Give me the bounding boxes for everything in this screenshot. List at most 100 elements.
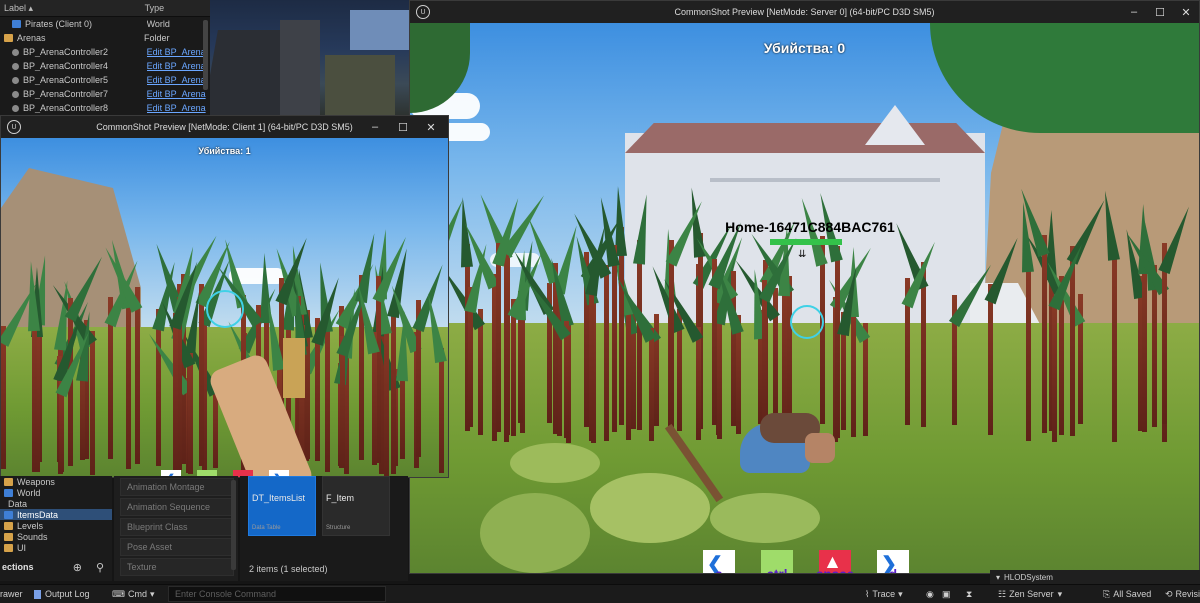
source-folder-label: Levels	[17, 520, 44, 531]
outliner-row[interactable]: BP_ArenaController7 Edit BP_Arena	[0, 87, 210, 101]
client-kills-counter: Убийства: 1	[198, 146, 251, 156]
content-drawer-button[interactable]: rawer	[0, 585, 23, 603]
down-arrow-icon: ⇊	[798, 249, 807, 260]
folder-icon	[4, 543, 13, 552]
console-command-input[interactable]: Enter Console Command	[168, 586, 386, 602]
player-health-bar	[770, 239, 842, 245]
asset-tile[interactable]: F_Item Structure	[322, 476, 390, 536]
console-placeholder: Enter Console Command	[175, 589, 277, 599]
outliner-row[interactable]: BP_ArenaController4 Edit BP_Arena	[0, 59, 210, 73]
sugarcane-stalk	[834, 246, 840, 439]
outliner-row[interactable]: Pirates (Client 0) World	[0, 17, 210, 31]
sugarcane-stalk	[625, 302, 631, 440]
world-icon	[12, 20, 21, 28]
content-drawer-label: rawer	[0, 589, 23, 599]
minimize-icon[interactable]: –	[362, 116, 388, 138]
filters-scrollbar[interactable]	[231, 480, 236, 570]
sugarcane-stalk	[511, 299, 517, 436]
source-folder-item[interactable]: Data	[0, 498, 112, 509]
outliner-row-type[interactable]: Edit BP_Arena	[147, 75, 210, 85]
outliner-row-label: BP_ArenaController5	[23, 75, 109, 85]
output-log-button[interactable]: Output Log	[34, 585, 90, 603]
collections-label: ections	[2, 562, 34, 572]
cmd-selector[interactable]: ⌨ Cmd ▾	[112, 585, 155, 603]
filter-item[interactable]: Pose Asset	[120, 538, 234, 556]
revision-control-button[interactable]: ⟲Revision	[1165, 585, 1200, 603]
filter-item[interactable]: Animation Sequence	[120, 498, 234, 516]
outliner-row-type[interactable]: Edit BP_Arena	[147, 61, 210, 71]
enemy-character	[283, 338, 305, 398]
source-folder-item[interactable]: World	[0, 487, 112, 498]
outliner-row-label-cell: BP_ArenaController8	[0, 103, 147, 113]
source-folder-item[interactable]: Levels	[0, 520, 112, 531]
filter-item[interactable]: Texture	[120, 558, 234, 576]
cmd-label: Cmd	[128, 589, 148, 599]
sugarcane-stalk	[438, 347, 444, 473]
log-icon	[34, 589, 41, 599]
outliner-row-label-cell: BP_ArenaController5	[0, 75, 147, 85]
filter-item[interactable]: Blueprint Class	[120, 518, 234, 536]
sugarcane-stalk	[695, 326, 701, 440]
add-icon[interactable]: ⊕	[73, 561, 82, 574]
maximize-icon[interactable]: ☐	[390, 116, 416, 138]
outliner-row-type: Folder	[144, 33, 170, 43]
server-window-title: CommonShot Preview [NetMode: Server 0] (…	[674, 7, 935, 17]
filter-item[interactable]: Animation Montage	[120, 478, 234, 496]
search-icon[interactable]: ⚲	[96, 561, 104, 574]
minimize-icon[interactable]: –	[1121, 1, 1147, 23]
expand-arrow-icon[interactable]: ▾	[990, 573, 1000, 582]
zen-server-button[interactable]: ☷ Zen Server ▾	[998, 585, 1062, 603]
folder-icon	[4, 477, 13, 486]
unreal-logo-icon: U	[416, 5, 430, 19]
player-character	[664, 413, 840, 503]
record-icon[interactable]: ◉	[926, 585, 934, 603]
outliner-row[interactable]: BP_ArenaController2 Edit BP_Arena	[0, 45, 210, 59]
client-preview-window[interactable]: U CommonShot Preview [NetMode: Client 1]…	[0, 115, 449, 478]
column-label-header[interactable]: Label ▴	[0, 3, 143, 14]
actor-icon	[12, 48, 19, 56]
client-window-titlebar[interactable]: U CommonShot Preview [NetMode: Client 1]…	[1, 116, 448, 138]
outliner-row-type[interactable]: Edit BP_Arena	[147, 47, 210, 57]
hlod-system-label: HLODSystem	[1004, 572, 1053, 582]
folder-icon	[4, 521, 13, 530]
maximize-icon[interactable]: ☐	[1147, 1, 1173, 23]
timer-icon[interactable]: ⧗	[966, 585, 972, 603]
outliner-scrollbar[interactable]	[203, 20, 208, 90]
actor-icon	[12, 62, 19, 70]
source-folder-label: ItemsData	[17, 509, 59, 520]
outliner-row-type[interactable]: Edit BP_Arena	[147, 89, 210, 99]
sugarcane-leaf	[633, 193, 653, 265]
sugarcane-stalk	[1042, 235, 1048, 434]
folder-icon	[4, 532, 13, 541]
screenshot-icon[interactable]: ▣	[942, 585, 951, 603]
client-game-viewport[interactable]: Убийства: 1 ❮actrl▲space❯d	[1, 138, 448, 477]
sugarcane-leaf	[24, 260, 40, 332]
terminal-icon: ⌨	[112, 588, 125, 599]
collections-header[interactable]: ections ⊕ ⚲	[0, 558, 112, 576]
asset-name: DT_ItemsList	[252, 493, 306, 503]
trace-menu[interactable]: ⌇ Trace ▾	[865, 585, 903, 603]
sugarcane-stalk	[1141, 252, 1147, 432]
source-folder-item[interactable]: Sounds	[0, 531, 112, 542]
source-folder-item[interactable]: ItemsData	[0, 509, 112, 520]
outliner-row[interactable]: Arenas Folder	[0, 31, 210, 45]
source-folder-label: Sounds	[17, 531, 48, 542]
sugarcane-stalk	[987, 284, 993, 436]
close-icon[interactable]: ✕	[418, 116, 444, 138]
column-type-header[interactable]: Type	[143, 3, 210, 13]
server-preview-window[interactable]: U CommonShot Preview [NetMode: Server 0]…	[409, 0, 1200, 574]
sources-list: Weapons World Data ItemsData Levels Sounds UI	[0, 476, 112, 553]
outliner-row-type[interactable]: Edit BP_Arena	[147, 103, 210, 113]
all-saved-button[interactable]: ⎘ All Saved	[1103, 585, 1151, 603]
outliner-row[interactable]: BP_ArenaController8 Edit BP_Arena	[0, 101, 210, 115]
source-folder-item[interactable]: UI	[0, 542, 112, 553]
trace-icon: ⌇	[865, 588, 870, 599]
close-icon[interactable]: ✕	[1173, 1, 1199, 23]
source-folder-item[interactable]: Weapons	[0, 476, 112, 487]
outliner-row-label-cell: BP_ArenaController4	[0, 61, 147, 71]
outliner-row[interactable]: BP_ArenaController5 Edit BP_Arena	[0, 73, 210, 87]
filter-list: Animation Montage Animation Sequence Bluep…	[114, 478, 238, 576]
server-game-viewport[interactable]: Убийства: 0 Home-16471C884BAC761 ⇊ ❮a ctr…	[410, 23, 1199, 573]
asset-tile[interactable]: DT_ItemsList Data Table	[248, 476, 316, 536]
server-window-titlebar[interactable]: U CommonShot Preview [NetMode: Server 0]…	[410, 1, 1199, 23]
